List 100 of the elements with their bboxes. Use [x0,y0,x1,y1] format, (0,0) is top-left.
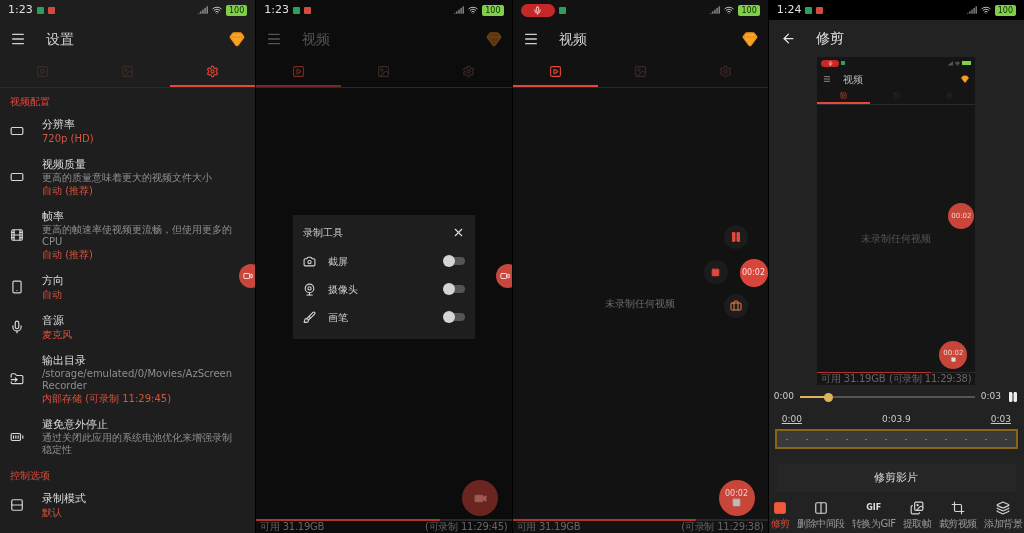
wifi-icon [724,5,735,15]
battery-icon [962,61,972,65]
setting-value: 自动 (推荐) [42,184,94,197]
layers-icon [996,501,1010,515]
edit-tool[interactable]: 添加背景 [984,501,1022,530]
back-icon[interactable] [780,31,796,46]
toggle-switch[interactable] [443,255,466,267]
setting-title: 录制模式 [42,491,86,506]
menu-icon[interactable] [522,31,539,47]
setting-value: 720p (HD) [42,132,94,145]
toggle-switch[interactable] [443,283,466,295]
record-button[interactable]: 00:02 [718,480,755,516]
stop-button[interactable] [703,260,728,284]
recording-indicator[interactable] [520,3,555,17]
seek-slider[interactable] [799,392,975,402]
camcorder-icon [499,271,510,281]
timer-bubble[interactable]: 00:02 [739,259,768,287]
crop-icon [950,501,965,515]
setting-item[interactable]: 视频质量 更高的质量意味着更大的视频文件大小 自动 (推荐) [0,151,240,203]
setting-title: 方向 [42,273,64,288]
setting-item[interactable]: 方向 自动 [0,267,240,307]
setting-description: 更高的质量意味着更大的视频文件大小 [42,172,212,184]
setting-title: 分辨率 [42,117,76,132]
notification-icon [841,61,846,65]
diamond-icon[interactable] [229,31,246,47]
edit-tool[interactable]: 修剪 [770,501,790,530]
settings-icon [718,65,732,78]
free-space: 可用 31.19GB [821,373,886,385]
signal-icon [197,5,208,15]
dialog-title: 录制工具 [303,225,344,240]
setting-value: 麦克风 [42,328,72,341]
section-header: 控制选项 [9,469,51,483]
pause-button[interactable] [723,225,748,249]
wifi-icon [211,5,222,15]
recording-time-left: (可录制 11:29:38) [681,521,764,533]
setting-description: /storage/emulated/0/Movies/AzScreenRecorder [42,368,234,392]
toolbox-button[interactable] [723,294,748,318]
microphone-icon [827,60,833,66]
setting-title: 输出目录 [42,353,87,368]
setting-value: 自动 [42,288,63,301]
setting-title: 避免意外停止 [42,417,109,432]
setting-item[interactable]: 帧率 更高的帧速率使视频更流畅，但使用更多的 CPU 自动 (推荐) [0,203,240,267]
setting-value: 内部存储 (可录制 11:29:45) [42,392,173,405]
screen-title: 设置 [46,29,75,49]
tool-label: 摄像头 [328,282,360,297]
film-frames-icon [813,501,828,515]
edit-tool[interactable]: GIF 转换为GIF [851,501,896,530]
setting-value: 默认 [42,506,63,519]
recording-time-left: (可录制 11:29:45) [425,521,508,533]
folder-icon [10,372,24,386]
setting-title: 视频质量 [42,157,87,172]
setting-item[interactable]: 录制模式 默认 [0,485,240,525]
seek-thumb[interactable] [823,392,833,402]
rectangle-icon [10,170,24,184]
gif-label: GIF [866,502,882,514]
rows-icon [10,498,24,512]
setting-item[interactable]: 音源 麦克风 [0,307,240,347]
trim-start-time[interactable]: 0:00 [781,413,802,427]
signal-icon [454,5,465,15]
tab[interactable] [817,89,871,104]
wifi-icon [468,5,479,15]
settings-icon [206,65,220,78]
setting-item[interactable]: 分辨率 720p (HD) [0,111,240,151]
screen-title: 视频 [302,29,332,49]
images-icon [910,501,925,515]
wifi-icon [980,5,991,15]
rectangle-icon [10,124,24,138]
setting-item[interactable]: 避免意外停止 通过关闭此应用的系统电池优化来增强录制稳定性 [0,411,240,462]
wifi-icon [955,60,961,66]
edit-tool[interactable]: 裁剪视频 [938,501,977,530]
edit-tool[interactable]: 删除中间段 [797,501,845,530]
floating-bubble[interactable] [495,264,512,288]
image-icon [377,65,391,78]
free-space: 可用 31.19GB [516,521,581,533]
clock-time: 1:23 [8,4,33,16]
section-header: 视频配置 [9,95,51,109]
menu-icon[interactable] [10,31,26,47]
setting-title: 帧率 [42,209,65,224]
settings-icon [945,92,953,99]
setting-value: 自动 (推荐) [42,248,94,261]
empty-message: 未录制任何视频 [605,297,676,311]
signal-icon [948,60,954,66]
toggle-switch[interactable] [443,311,466,323]
tool-label: 截屏 [328,254,350,269]
trim-video-button[interactable]: 修剪影片 [776,464,1016,492]
clock-time: 1:23 [264,4,289,16]
battery-indicator: 100 [994,4,1016,16]
edit-tool[interactable]: 提取帧 [902,501,932,530]
record-button[interactable] [462,480,499,516]
menu-icon [823,75,832,83]
video-icon [292,65,306,78]
pause-icon[interactable] [1007,391,1019,403]
tool-label: 画笔 [328,310,350,325]
setting-item[interactable]: 输出目录 /storage/emulated/0/Movies/AzScreenRecorder 内部存储 (可录制 11:29:45) [0,347,240,411]
camera-icon [303,254,317,268]
diamond-icon[interactable] [741,31,758,47]
screen-title: 视频 [843,72,865,87]
timer-text: 00:02 [741,267,766,279]
trim-end-time[interactable]: 0:03 [990,413,1011,427]
floating-bubble[interactable] [239,264,256,288]
